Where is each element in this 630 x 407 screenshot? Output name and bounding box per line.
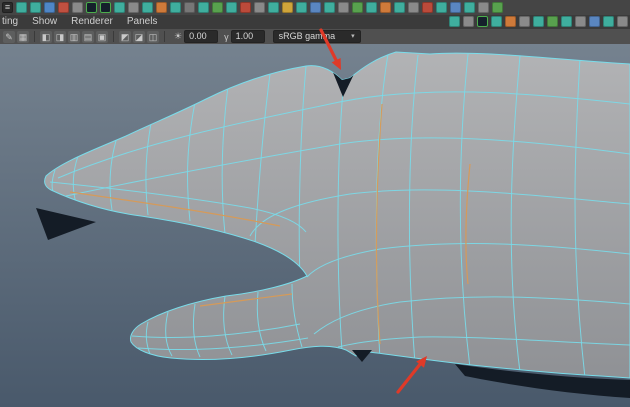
viewport-tool-icons: ✎ ▦ ◧ ◨ ▥ ▤ ▣ ◩ ◪ ◫ <box>3 30 168 43</box>
shelf-icon[interactable] <box>519 16 530 27</box>
isolate-left-icon[interactable]: ◧ <box>40 30 52 43</box>
toolbar-separator <box>164 31 165 42</box>
shelf-icon[interactable] <box>436 2 447 13</box>
menu-renderer[interactable]: Renderer <box>64 15 120 29</box>
shelf-icon[interactable] <box>449 16 460 27</box>
shelf-icon-highlighted[interactable] <box>477 16 488 27</box>
shelf-icon[interactable] <box>478 2 489 13</box>
lighting-icon[interactable]: ◪ <box>133 30 145 43</box>
exposure-icon: ☀ <box>174 31 183 41</box>
shelf-icon[interactable] <box>114 2 125 13</box>
maya-window: ≡ ting Show Renderer Panels ✎ ▦ ◧ ◨ ▥ ▤ ▣ ◩ ◪ ◫ ☀ 0.… <box>0 0 630 407</box>
isolate-right-icon[interactable]: ◨ <box>54 30 66 43</box>
shelf-row-2 <box>449 16 628 27</box>
xray-icon[interactable]: ▥ <box>68 30 80 43</box>
shelf-icon[interactable] <box>422 2 433 13</box>
view-transform-value: sRGB gamma <box>278 31 336 41</box>
toolbar-separator <box>34 31 35 42</box>
shelf-icon[interactable] <box>212 2 223 13</box>
shelf-icon[interactable] <box>198 2 209 13</box>
shelf-icon[interactable] <box>450 2 461 13</box>
shelf-icon[interactable] <box>44 2 55 13</box>
exposure-field[interactable]: 0.00 <box>184 30 219 43</box>
viewport-toolbar: ✎ ▦ ◧ ◨ ▥ ▤ ▣ ◩ ◪ ◫ ☀ 0.00 γ 1.00 sRGB gamma ▾ <box>0 29 630 44</box>
shelf-icon[interactable] <box>380 2 391 13</box>
shelf-icon[interactable] <box>72 2 83 13</box>
menu-show[interactable]: Show <box>25 15 64 29</box>
shelf-icon[interactable] <box>156 2 167 13</box>
shelf-icon-highlighted[interactable] <box>86 2 97 13</box>
shelf-icon[interactable] <box>408 2 419 13</box>
shelf-icon[interactable] <box>491 16 502 27</box>
shaded-icon[interactable]: ▣ <box>96 30 108 43</box>
shelf-icon[interactable] <box>617 16 628 27</box>
draw-icon[interactable]: ✎ <box>3 30 15 43</box>
shelf-icon[interactable] <box>16 2 27 13</box>
shelf-icon[interactable] <box>310 2 321 13</box>
shelf-menu[interactable]: ≡ <box>2 2 13 13</box>
shelf-icon[interactable] <box>226 2 237 13</box>
shelf-icon[interactable] <box>352 2 363 13</box>
shelf-icon[interactable] <box>170 2 181 13</box>
shelf-icon[interactable] <box>561 16 572 27</box>
gamma-control[interactable]: γ 1.00 <box>224 30 265 43</box>
wireframe-icon[interactable]: ▤ <box>82 30 94 43</box>
panel-menu: ting Show Renderer Panels <box>0 15 164 29</box>
shelf-icon[interactable] <box>240 2 251 13</box>
shelf-icon[interactable] <box>603 16 614 27</box>
shelf-icon[interactable] <box>505 16 516 27</box>
shelf-icon[interactable] <box>268 2 279 13</box>
shelf-icon[interactable] <box>547 16 558 27</box>
shelf-icon[interactable] <box>30 2 41 13</box>
shelf-icon[interactable] <box>394 2 405 13</box>
shelf-icon[interactable] <box>142 2 153 13</box>
camera-icon[interactable]: ◫ <box>147 30 159 43</box>
toolbar-separator <box>113 31 114 42</box>
shelf-icon[interactable] <box>254 2 265 13</box>
shelf-icon[interactable] <box>338 2 349 13</box>
shelf-icon[interactable] <box>464 2 475 13</box>
gamma-field[interactable]: 1.00 <box>230 30 265 43</box>
grid-icon[interactable]: ▦ <box>17 30 29 43</box>
textured-icon[interactable]: ◩ <box>119 30 131 43</box>
panel-menubar: ting Show Renderer Panels <box>0 15 630 29</box>
viewport-3d[interactable] <box>0 44 630 407</box>
shelf-icon[interactable] <box>296 2 307 13</box>
shelf-icon[interactable] <box>128 2 139 13</box>
shelf-icon[interactable] <box>575 16 586 27</box>
shelf-icon[interactable] <box>589 16 600 27</box>
chevron-down-icon: ▾ <box>351 33 355 40</box>
shelf-icon-highlighted[interactable] <box>100 2 111 13</box>
shelf-icon[interactable] <box>463 16 474 27</box>
view-transform-dropdown[interactable]: sRGB gamma ▾ <box>272 30 361 43</box>
shelf-icon[interactable] <box>282 2 293 13</box>
menu-ting[interactable]: ting <box>0 15 25 29</box>
shelf-row-1: ≡ <box>0 0 630 15</box>
shelf-icon[interactable] <box>533 16 544 27</box>
exposure-control[interactable]: ☀ 0.00 <box>174 30 219 43</box>
shelf-icon[interactable] <box>324 2 335 13</box>
shelf-icon[interactable] <box>184 2 195 13</box>
shelf-icon[interactable] <box>366 2 377 13</box>
shelf-icon[interactable] <box>492 2 503 13</box>
menu-panels[interactable]: Panels <box>120 15 165 29</box>
shelf-icon[interactable] <box>58 2 69 13</box>
gamma-icon: γ <box>224 31 229 42</box>
